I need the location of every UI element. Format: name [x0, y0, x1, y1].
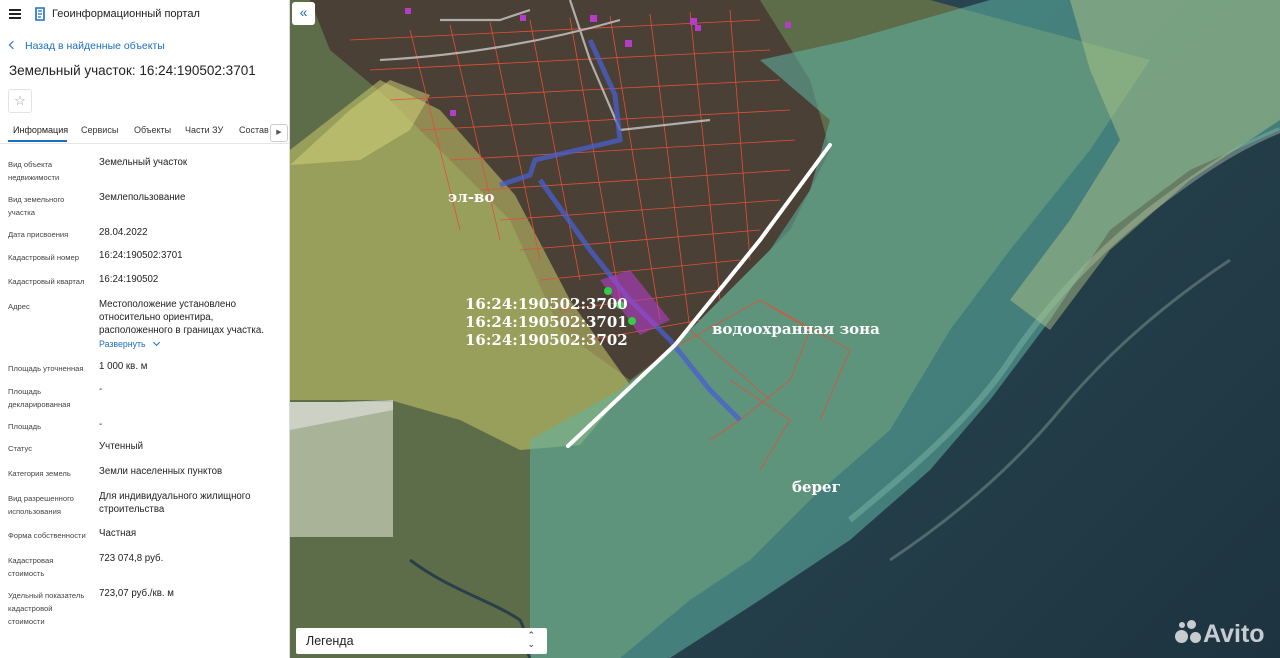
app-header: Геоинформационный портал	[0, 0, 289, 30]
property-label: Дата присвоения	[8, 230, 69, 239]
property-value: -	[99, 384, 103, 395]
map-view[interactable]: « эл-во 16:24:190502:3700 16:24:190502:3…	[290, 0, 1280, 658]
object-title: Земельный участок: 16:24:190502:3701	[9, 63, 256, 78]
property-label: Категория земель	[8, 469, 71, 478]
annotation-parcel-3702: 16:24:190502:3702	[465, 331, 628, 349]
annotation-water-zone: водоохранная зона	[712, 320, 880, 338]
property-value: Учтенный	[99, 441, 143, 452]
legend-select[interactable]: Легенда ⌃ ⌄	[296, 628, 547, 654]
property-label: Удельный показатель кадастровой стоимост…	[8, 591, 85, 626]
tab-information[interactable]: Информация	[13, 125, 68, 135]
property-value: 1 000 кв. м	[99, 361, 148, 372]
avito-logo-icon	[1175, 620, 1201, 644]
property-label: Вид объекта недвижимости	[8, 160, 60, 182]
property-value: 16:24:190502:3701	[99, 250, 183, 261]
property-value: Землепользование	[99, 192, 186, 203]
property-label: Кадастровый номер	[8, 253, 79, 262]
menu-icon[interactable]	[9, 9, 21, 19]
property-label: Адрес	[8, 302, 30, 311]
property-label: Площадь декларированная	[8, 387, 71, 409]
chevron-left-icon	[8, 40, 18, 50]
property-value: 16:24:190502	[99, 274, 159, 285]
property-value: Земельный участок	[99, 157, 188, 168]
active-tab-indicator	[8, 140, 67, 142]
info-panel: Геоинформационный портал Назад в найденн…	[0, 0, 290, 658]
parcel-marker-3700[interactable]	[604, 287, 612, 295]
watermark-text: Avito	[1203, 620, 1265, 648]
back-link-label: Назад в найденные объекты	[25, 40, 165, 52]
portal-logo-icon	[35, 7, 45, 21]
property-label: Статус	[8, 444, 33, 453]
property-value: 723,07 руб./кв. м	[99, 588, 174, 599]
tabs-scroll-right-icon[interactable]: ▶	[270, 124, 288, 142]
app-title: Геоинформационный портал	[52, 8, 200, 20]
parcel-marker-3702[interactable]	[628, 317, 636, 325]
collapse-panel-icon[interactable]: «	[292, 2, 315, 25]
expand-label: Развернуть	[99, 339, 146, 349]
tab-objects[interactable]: Объекты	[134, 125, 171, 135]
annotation-shore: берег	[792, 478, 841, 496]
avito-watermark: Avito	[1175, 618, 1265, 649]
favorite-star-icon[interactable]: ☆	[8, 89, 32, 113]
tab-composition[interactable]: Состав	[239, 125, 269, 135]
property-value: Земли населенных пунктов	[99, 466, 223, 477]
property-value: -	[99, 419, 103, 430]
legend-label: Легенда	[306, 634, 354, 648]
property-label: Кадастровый квартал	[8, 277, 85, 286]
chevron-up-down-icon: ⌃ ⌄	[527, 630, 535, 649]
property-value: Частная	[99, 528, 137, 539]
chevron-down-icon	[152, 338, 160, 347]
address-value: Местоположение установлено относительно …	[99, 299, 264, 336]
tab-services[interactable]: Сервисы	[81, 125, 118, 135]
property-value: 28.04.2022	[99, 227, 148, 238]
annotation-power-line: эл-во	[448, 188, 495, 206]
property-label: Вид разрешенного использования	[8, 494, 74, 516]
expand-address-button[interactable]: Развернуть	[99, 338, 160, 349]
property-label: Форма собственности	[8, 531, 86, 540]
tab-parcel-parts[interactable]: Части ЗУ	[185, 125, 223, 135]
property-label: Площадь	[8, 422, 42, 431]
back-link[interactable]: Назад в найденные объекты	[8, 40, 165, 52]
property-value: Для индивидуального жилищного строительс…	[99, 491, 251, 515]
property-value: 723 074,8 руб.	[99, 553, 164, 564]
annotation-parcel-3700: 16:24:190502:3700	[465, 295, 628, 313]
property-label: Кадастровая стоимость	[8, 556, 54, 578]
annotation-parcel-3701: 16:24:190502:3701	[465, 313, 628, 331]
property-label: Вид земельного участка	[8, 195, 65, 217]
property-label: Площадь уточненная	[8, 364, 84, 373]
tab-bar: Информация Сервисы Объекты Части ЗУ Сост…	[0, 121, 289, 144]
